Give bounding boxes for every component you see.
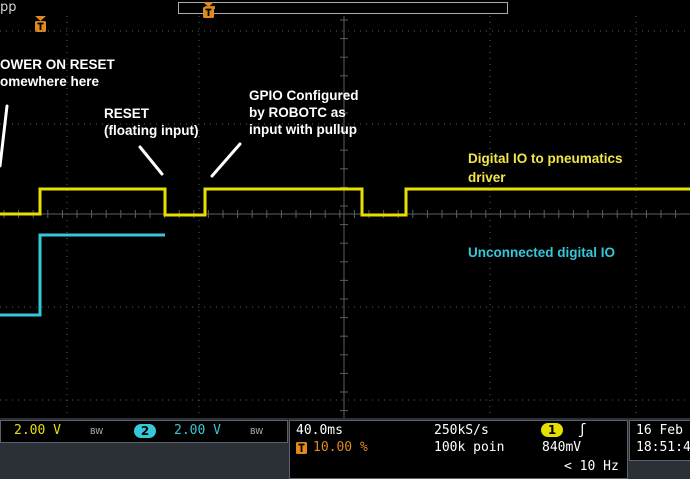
- status-bar: 2.00 V BW 2 2.00 V BW 40.0ms 250kS/s 10.…: [0, 418, 690, 479]
- annotation-line: GPIO Configured: [249, 88, 359, 103]
- trigger-source-badge[interactable]: 1: [541, 423, 563, 437]
- channel-1-trace: [0, 187, 690, 217]
- record-view-bracket[interactable]: [178, 2, 508, 14]
- annotation-line: input with pullup: [249, 122, 357, 137]
- date-time-panel: 16 Feb 18:51:4: [629, 420, 690, 461]
- trace-label-line: Digital IO to pneumatics: [468, 151, 623, 166]
- date: 16 Feb: [636, 423, 683, 438]
- ch2-badge[interactable]: 2: [134, 424, 156, 438]
- annotation-line: OWER ON RESET: [0, 57, 115, 72]
- timebase-trigger-panel[interactable]: 40.0ms 250kS/s 10.00 % 100k poin 1 ʃ 840…: [289, 420, 628, 479]
- trigger-level[interactable]: 840mV: [542, 440, 581, 456]
- rising-edge-icon: ʃ: [578, 422, 587, 438]
- digital-io-label: Digital IO to pneumatics driver: [468, 149, 623, 187]
- vertical-settings-panel[interactable]: 2.00 V BW 2 2.00 V BW: [0, 420, 288, 443]
- annotation-line: (floating input): [104, 123, 199, 138]
- gpio-annotation: GPIO Configured by ROBOTC as input with …: [249, 87, 359, 138]
- unconnected-io-label: Unconnected digital IO: [468, 245, 616, 260]
- ch2-scale[interactable]: 2.00 V: [174, 423, 221, 439]
- sample-rate: 250kS/s: [434, 423, 489, 438]
- top-bar: pp: [0, 0, 690, 32]
- trace-label-line: driver: [468, 170, 506, 185]
- trigger-frequency: < 10 Hz: [564, 459, 619, 474]
- record-length: 100k poin: [434, 440, 505, 455]
- reset-annotation: RESET (floating input): [104, 105, 198, 139]
- channel-2-trace: [0, 233, 165, 317]
- annotation-line: by ROBOTC as: [249, 105, 346, 120]
- time: 18:51:4: [636, 440, 690, 455]
- bw-icon: BW: [90, 427, 104, 436]
- trigger-position-t-icon: [296, 442, 307, 454]
- annotation-line: omewhere here: [0, 74, 100, 89]
- oscilloscope-screen: pp OWER ON RESET omewhere here RESET (fl…: [0, 0, 690, 479]
- ch1-scale[interactable]: 2.00 V: [14, 423, 61, 439]
- timebase-value[interactable]: 40.0ms: [296, 423, 343, 439]
- trigger-position[interactable]: 10.00 %: [313, 440, 368, 456]
- annotation-line: RESET: [104, 106, 150, 121]
- window-title-fragment: pp: [0, 0, 17, 15]
- bw-icon: BW: [250, 427, 264, 436]
- power-on-reset-annotation: OWER ON RESET omewhere here: [0, 56, 115, 90]
